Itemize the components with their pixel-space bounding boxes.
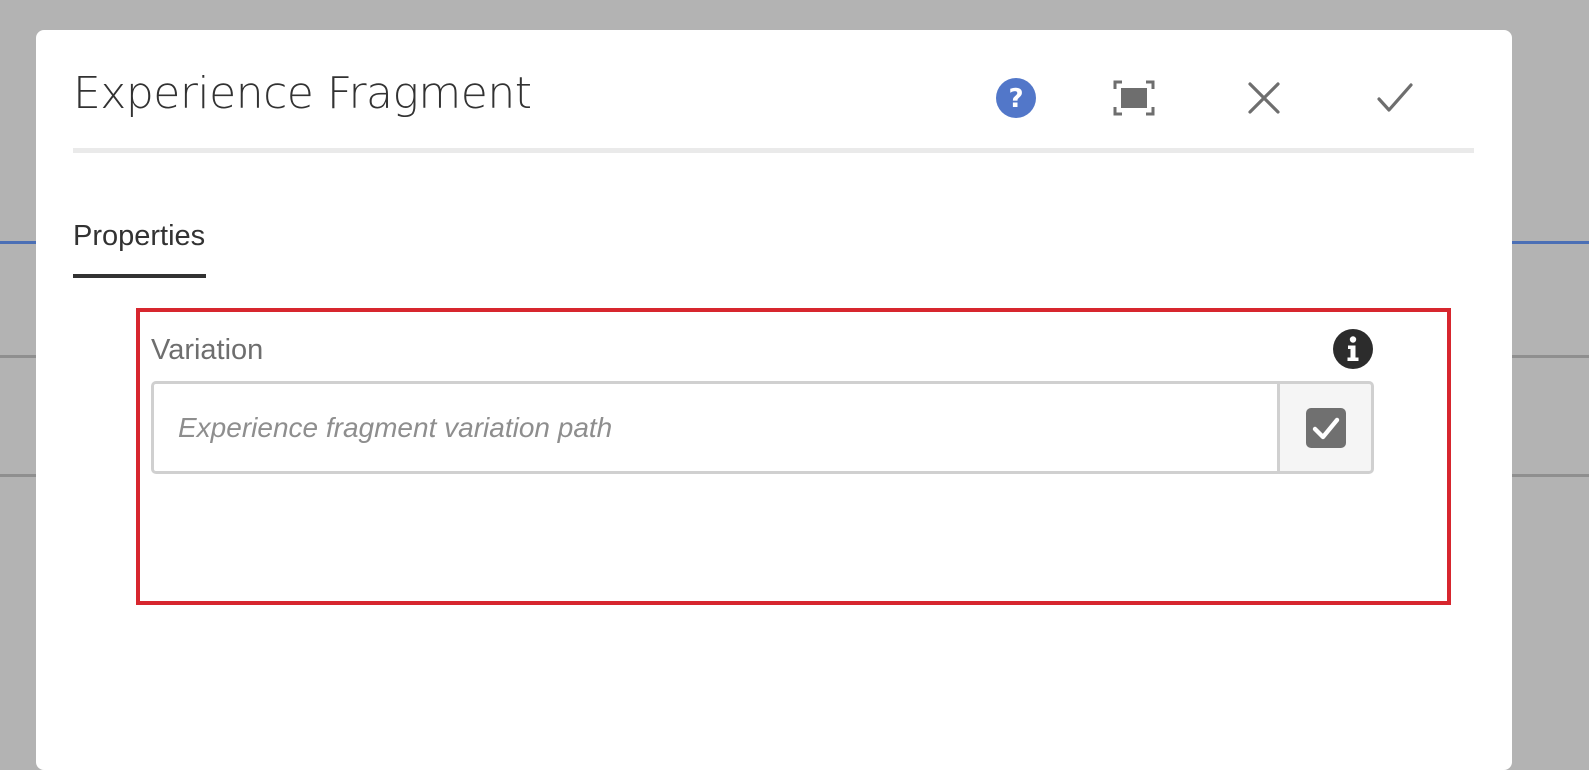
variation-path-input[interactable] — [151, 381, 1277, 474]
variation-path-field — [151, 381, 1374, 474]
checkmark-icon — [1377, 83, 1413, 112]
background-accent-line-right — [1512, 241, 1589, 244]
fullscreen-button[interactable] — [1110, 74, 1158, 122]
close-icon — [1248, 82, 1280, 114]
title-divider — [73, 148, 1474, 153]
experience-fragment-dialog: Experience Fragment ? Properties Variati… — [36, 30, 1512, 770]
fullscreen-icon — [1113, 80, 1155, 116]
dialog-title: Experience Fragment — [73, 68, 532, 119]
background-accent-line-left — [0, 241, 36, 244]
done-button[interactable] — [1371, 74, 1419, 122]
tab-properties[interactable]: Properties — [73, 216, 206, 278]
variation-label: Variation — [151, 334, 264, 366]
path-picker-button[interactable] — [1277, 381, 1374, 474]
background-divider-right-1 — [1512, 355, 1589, 358]
svg-text:?: ? — [1008, 84, 1023, 114]
background-divider-right-2 — [1512, 474, 1589, 477]
background-divider-left-1 — [0, 355, 36, 358]
help-icon: ? — [996, 78, 1036, 118]
tab-active-indicator — [73, 274, 206, 278]
info-icon[interactable] — [1333, 329, 1373, 369]
background-divider-left-2 — [0, 474, 36, 477]
help-button[interactable]: ? — [992, 74, 1040, 122]
close-button[interactable] — [1240, 74, 1288, 122]
tab-properties-label: Properties — [73, 220, 206, 252]
checkbox-checked-icon — [1305, 407, 1346, 448]
